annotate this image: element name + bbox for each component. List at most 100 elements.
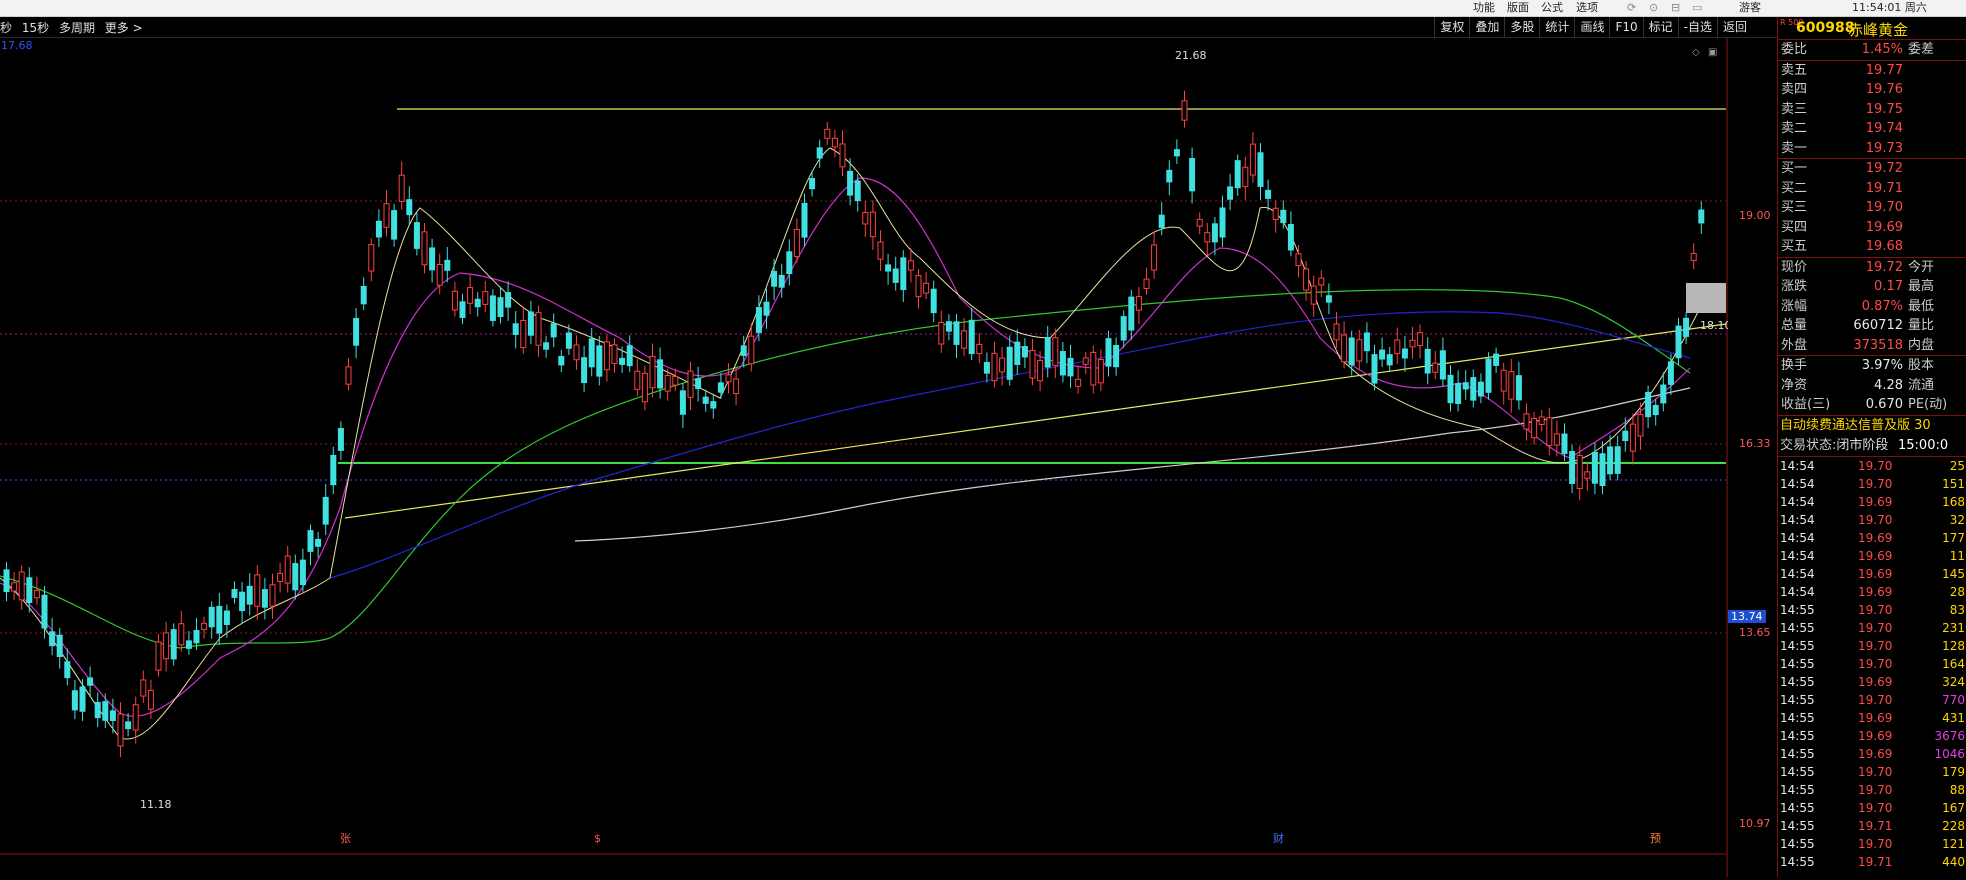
- refresh-icon[interactable]: ⟳: [1627, 1, 1636, 15]
- buy-row[interactable]: 买一 19.72: [1778, 159, 1966, 179]
- buy-row[interactable]: 买三 19.70: [1778, 198, 1966, 218]
- buy-value: 19.72: [1865, 161, 1903, 176]
- candle-body: [26, 577, 33, 604]
- candle-body: [482, 291, 489, 305]
- candle-body: [18, 571, 25, 601]
- buy-row[interactable]: 买二 19.71: [1778, 179, 1966, 199]
- stock-code[interactable]: 600988: [1796, 20, 1854, 36]
- quote-row[interactable]: 涨幅 0.87% 最低: [1778, 297, 1966, 317]
- restore-rights-button[interactable]: 复权: [1434, 17, 1469, 37]
- stats-button[interactable]: 统计: [1539, 17, 1574, 37]
- candle-body: [299, 559, 306, 586]
- tick-time: 14:55: [1780, 710, 1815, 725]
- period-15s[interactable]: 15秒: [22, 21, 49, 35]
- tick-list[interactable]: 14:54 19.70 25 14:54 19.70 151 14:54 19.69 168 14…: [1778, 457, 1966, 871]
- menu-formula[interactable]: 公式: [1541, 1, 1563, 15]
- tick-price: 19.70: [1858, 602, 1893, 617]
- stats-row[interactable]: 收益(三) 0.670 PE(动): [1778, 395, 1966, 415]
- axis-1374: 13.74: [1728, 610, 1766, 623]
- ma-purple: [0, 177, 1691, 717]
- sell-row[interactable]: 卖四 19.76: [1778, 80, 1966, 100]
- quote-row[interactable]: 外盘 373518 内盘: [1778, 336, 1966, 356]
- quote-label: 总量: [1781, 318, 1808, 333]
- candle-body: [254, 574, 261, 607]
- quote-row[interactable]: 涨跌 0.17 最高: [1778, 277, 1966, 297]
- stock-header: R 500 600988 赤峰黄金: [1778, 17, 1966, 40]
- stock-name[interactable]: 赤峰黄金: [1848, 19, 1908, 40]
- candle-body: [1493, 353, 1500, 366]
- candle-body: [1576, 454, 1583, 490]
- overlay-button[interactable]: 叠加: [1469, 17, 1504, 37]
- chart-toolbar: 秒 15秒 多周期 更多 > 复权 叠加 多股 统计 画线 F10 标记 -自选…: [0, 17, 1966, 38]
- buy-row[interactable]: 买五 19.68: [1778, 237, 1966, 257]
- candle-body: [1622, 430, 1629, 442]
- menu-layout[interactable]: 版面: [1507, 1, 1529, 15]
- f10-button[interactable]: F10: [1609, 17, 1642, 37]
- candle-body: [679, 390, 686, 415]
- quote-row[interactable]: 现价 19.72 今开: [1778, 258, 1966, 278]
- candle-body: [1295, 253, 1302, 267]
- sell-row[interactable]: 卖三 19.75: [1778, 100, 1966, 120]
- candle-body: [740, 345, 747, 356]
- window-icon[interactable]: ▭: [1692, 1, 1702, 15]
- candle-body: [1135, 296, 1142, 311]
- trade-state: 交易状态:闭市阶段 15:00:0: [1778, 436, 1966, 457]
- multi-stock-button[interactable]: 多股: [1504, 17, 1539, 37]
- candle-body: [847, 170, 854, 196]
- candle-body: [109, 710, 116, 722]
- candle-body: [695, 378, 702, 389]
- stats-label: 换手: [1781, 358, 1808, 373]
- menu-function[interactable]: 功能: [1473, 1, 1495, 15]
- tick-volume: 145: [1942, 566, 1965, 581]
- diamond-icon: ◇: [1692, 47, 1700, 58]
- axis-1365: 13.65: [1739, 626, 1771, 639]
- period-multi[interactable]: 多周期: [59, 21, 95, 35]
- buy-row[interactable]: 买四 19.69: [1778, 218, 1966, 238]
- back-button[interactable]: 返回: [1716, 17, 1752, 37]
- sell-row[interactable]: 卖二 19.74: [1778, 119, 1966, 139]
- quote-row[interactable]: 总量 660712 量比: [1778, 316, 1966, 336]
- stats-row[interactable]: 换手 3.97% 股本: [1778, 356, 1966, 376]
- kline-svg[interactable]: 21.68 11.18 18.10 17.68 张 $ 财 预 ◇ ▣: [0, 38, 1732, 877]
- candle-body: [49, 631, 56, 647]
- tick-time: 14:55: [1780, 854, 1815, 869]
- sell-row[interactable]: 卖五 19.77: [1778, 61, 1966, 81]
- candle-body: [649, 355, 656, 389]
- candle-body: [915, 275, 922, 298]
- tick-row: 14:55 19.70 231: [1778, 619, 1966, 637]
- candle-body: [1591, 451, 1598, 484]
- candle-body: [1211, 223, 1218, 243]
- candle-body: [1424, 348, 1431, 374]
- period-seconds[interactable]: 秒: [0, 21, 12, 35]
- candle-body: [117, 713, 124, 747]
- candle-body: [1477, 381, 1484, 397]
- candle-body: [459, 301, 466, 318]
- mark-button[interactable]: 标记: [1642, 17, 1678, 37]
- candle-body: [1341, 334, 1348, 363]
- quote-value: 19.72: [1865, 259, 1903, 275]
- weibi-label: 委比: [1781, 42, 1808, 57]
- subscription-banner[interactable]: 自动续费通达信普及版 30: [1778, 414, 1966, 436]
- candle-body: [839, 143, 846, 168]
- candle-body: [1082, 357, 1089, 365]
- candle-body: [725, 374, 732, 383]
- user-guest[interactable]: 游客: [1739, 1, 1761, 15]
- menu-options[interactable]: 选项: [1576, 1, 1598, 15]
- candle-body: [710, 401, 717, 409]
- candle-body: [125, 721, 132, 730]
- stats-row[interactable]: 净资 4.28 流通: [1778, 376, 1966, 396]
- sell-row[interactable]: 卖一 19.73: [1778, 139, 1966, 159]
- kline-chart[interactable]: 21.68 11.18 18.10 17.68 张 $ 财 预 ◇ ▣: [0, 38, 1732, 877]
- remove-watchlist-button[interactable]: -自选: [1677, 17, 1717, 37]
- candle-body: [755, 307, 762, 333]
- candle-body: [94, 702, 101, 719]
- draw-line-button[interactable]: 画线: [1574, 17, 1609, 37]
- tick-time: 14:55: [1780, 674, 1815, 689]
- tick-price: 19.69: [1858, 710, 1893, 725]
- pin-icon[interactable]: ⊙: [1649, 1, 1658, 15]
- period-more[interactable]: 更多 >: [105, 21, 143, 35]
- stats-label2: PE(动): [1908, 397, 1948, 412]
- lock-icon[interactable]: ⊟: [1671, 1, 1680, 15]
- candle-body: [619, 357, 626, 365]
- candle-body: [1409, 339, 1416, 348]
